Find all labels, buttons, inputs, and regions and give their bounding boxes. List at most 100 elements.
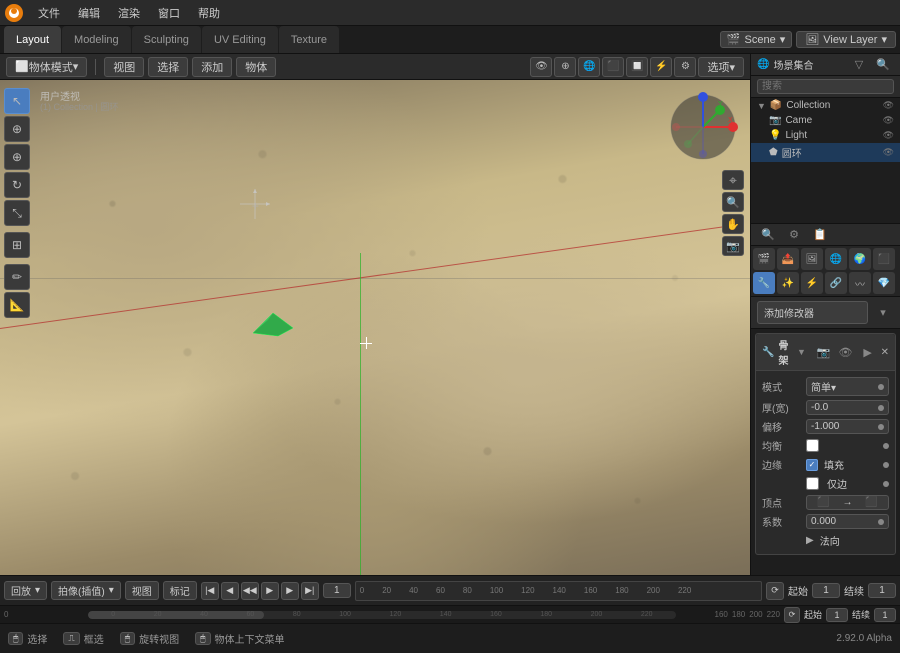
- end-end-val[interactable]: 1: [874, 608, 896, 622]
- tab-material[interactable]: 💎: [873, 272, 895, 294]
- view-menu[interactable]: 视图: [104, 57, 144, 77]
- view-dropdown[interactable]: 视图: [125, 581, 159, 600]
- viewlayer-selector[interactable]: 🖼 View Layer ▾: [796, 31, 896, 48]
- zoom-extent-icon[interactable]: ⌖: [722, 170, 744, 190]
- measure-tool[interactable]: 📐: [4, 292, 30, 318]
- viewport-icon-4[interactable]: ⬛: [602, 57, 624, 77]
- balance-checkbox[interactable]: [806, 439, 819, 452]
- tab-render[interactable]: 🎬: [753, 248, 775, 270]
- current-frame[interactable]: 1: [323, 583, 351, 598]
- props-icon-1[interactable]: 🔍: [757, 224, 779, 246]
- props-icon-3[interactable]: 📋: [809, 224, 831, 246]
- outliner-light[interactable]: 💡 Light 👁: [751, 128, 900, 143]
- select-tool[interactable]: ↖: [4, 88, 30, 114]
- outliner-torus[interactable]: ⬟ 圆环 👁: [751, 143, 900, 162]
- rotate-tool[interactable]: ↻: [4, 172, 30, 198]
- camera-vis-icon[interactable]: 👁: [883, 115, 894, 126]
- markers-dropdown[interactable]: 标记: [163, 581, 197, 600]
- tab-data[interactable]: 〰: [849, 272, 871, 294]
- modifier-close-icon[interactable]: ✕: [881, 347, 889, 358]
- add-modifier-btn[interactable]: 添加修改器: [757, 301, 868, 324]
- modifier-options-icon[interactable]: ▾: [872, 302, 894, 324]
- mode-select[interactable]: ⬜ 物体模式 ▾: [6, 57, 87, 77]
- tab-particles[interactable]: ✨: [777, 272, 799, 294]
- edge-only-checkbox[interactable]: [806, 477, 819, 490]
- tab-modifier[interactable]: 🔧: [753, 272, 775, 294]
- transform-tool[interactable]: ⊞: [4, 232, 30, 258]
- tab-physics[interactable]: ⚡: [801, 272, 823, 294]
- fill-checkbox[interactable]: ✓: [806, 459, 818, 471]
- viewport-icon-5[interactable]: 🔲: [626, 57, 648, 77]
- tab-layout[interactable]: Layout: [4, 26, 61, 53]
- scale-tool[interactable]: ⤡: [4, 200, 30, 226]
- viewport-icon-1[interactable]: 👁: [530, 57, 552, 77]
- move-tool[interactable]: ⊕: [4, 144, 30, 170]
- tab-modeling[interactable]: Modeling: [62, 26, 131, 53]
- tab-sculpting[interactable]: Sculpting: [132, 26, 201, 53]
- object-menu[interactable]: 物体: [236, 57, 276, 77]
- tab-scene[interactable]: 🌐: [825, 248, 847, 270]
- count-prop-value[interactable]: 0.000: [806, 514, 889, 529]
- zoom-icon[interactable]: 🔍: [722, 192, 744, 212]
- viewport-icon-7[interactable]: ⚙: [674, 57, 696, 77]
- start-frame-val[interactable]: 1: [812, 583, 840, 598]
- outliner-search-icon[interactable]: 🔍: [872, 54, 894, 76]
- select-menu[interactable]: 选择: [148, 57, 188, 77]
- viewport-icon-6[interactable]: ⚡: [650, 57, 672, 77]
- outliner-camera[interactable]: 📷 Came 👁: [751, 113, 900, 128]
- torus-vis-icon[interactable]: 👁: [883, 147, 894, 158]
- tab-output[interactable]: 📤: [777, 248, 799, 270]
- width-prop-value[interactable]: -0.0: [806, 400, 889, 415]
- modifier-expand-icon[interactable]: ▼: [792, 341, 810, 363]
- tab-texture[interactable]: Texture: [279, 26, 339, 53]
- props-icon-2[interactable]: ⚙: [783, 224, 805, 246]
- playback-dropdown[interactable]: 回放 ▾: [4, 581, 47, 600]
- play-reverse-btn[interactable]: ◀◀: [241, 582, 259, 600]
- menu-render[interactable]: 渲染: [110, 3, 148, 23]
- play-btn[interactable]: ▶: [261, 582, 279, 600]
- vertex-prop-value[interactable]: ⬛→⬛: [806, 495, 889, 510]
- outliner-filter-icon[interactable]: ▽: [848, 54, 870, 76]
- options-btn[interactable]: 选项▾: [698, 57, 744, 77]
- menu-window[interactable]: 窗口: [150, 3, 188, 23]
- timeline-ruler[interactable]: 0 20 40 60 80 100 120 140 160 180 200 22…: [355, 581, 762, 601]
- outliner-collection[interactable]: ▼ 📦 Collection 👁: [751, 98, 900, 113]
- offset-prop-value[interactable]: -1.000: [806, 419, 889, 434]
- cursor-tool[interactable]: ⊕: [4, 116, 30, 142]
- annotate-tool[interactable]: ✏: [4, 264, 30, 290]
- loop-icon[interactable]: ⟳: [766, 582, 784, 600]
- tab-view-layer[interactable]: 🖼: [801, 248, 823, 270]
- outliner-search-input[interactable]: [757, 79, 894, 94]
- menu-file[interactable]: 文件: [30, 3, 68, 23]
- tab-object[interactable]: ⬛: [873, 248, 895, 270]
- prev-frame-btn[interactable]: ◀: [221, 582, 239, 600]
- loop-btn-end[interactable]: ⟳: [784, 607, 800, 623]
- light-vis-icon[interactable]: 👁: [883, 130, 894, 141]
- tab-constraints[interactable]: 🔗: [825, 272, 847, 294]
- pan-icon[interactable]: ✋: [722, 214, 744, 234]
- camera-icon-nav[interactable]: 📷: [722, 236, 744, 256]
- modifier-render-icon[interactable]: 📷: [814, 341, 832, 363]
- tab-uv-editing[interactable]: UV Editing: [202, 26, 278, 53]
- visibility-icon[interactable]: 👁: [883, 100, 894, 111]
- jump-start-btn[interactable]: |◀: [201, 582, 219, 600]
- end-start-val[interactable]: 1: [826, 608, 848, 622]
- modifier-realtime-icon[interactable]: ▶: [859, 341, 877, 363]
- scene-selector[interactable]: 🎬 Scene ▾: [720, 31, 792, 48]
- jump-end-btn[interactable]: ▶|: [301, 582, 319, 600]
- end-frame-val[interactable]: 1: [868, 583, 896, 598]
- mode-prop-value[interactable]: 简单▾: [806, 377, 889, 396]
- timeline-scrollbar[interactable]: 0 20 40 60 80 100 120 140 160 180 200 22…: [88, 611, 676, 619]
- viewport-icon-2[interactable]: ⊕: [554, 57, 576, 77]
- modifier-card: 🔧 骨架 ▼ 📷 👁 ▶ ✕ 模式 简单▾: [755, 333, 896, 555]
- add-menu[interactable]: 添加: [192, 57, 232, 77]
- viewport-canvas[interactable]: ✛ 用户透视 (1) Collection | 圆环 X: [0, 80, 750, 575]
- menu-help[interactable]: 帮助: [190, 3, 228, 23]
- tab-world[interactable]: 🌍: [849, 248, 871, 270]
- viewport-icon-3[interactable]: 🌐: [578, 57, 600, 77]
- menu-edit[interactable]: 编辑: [70, 3, 108, 23]
- capture-dropdown[interactable]: 拍像(插值) ▾: [51, 581, 121, 600]
- navigation-gizmo[interactable]: X Y Z: [668, 92, 738, 162]
- next-frame-btn[interactable]: ▶: [281, 582, 299, 600]
- modifier-viewport-icon[interactable]: 👁: [837, 341, 855, 363]
